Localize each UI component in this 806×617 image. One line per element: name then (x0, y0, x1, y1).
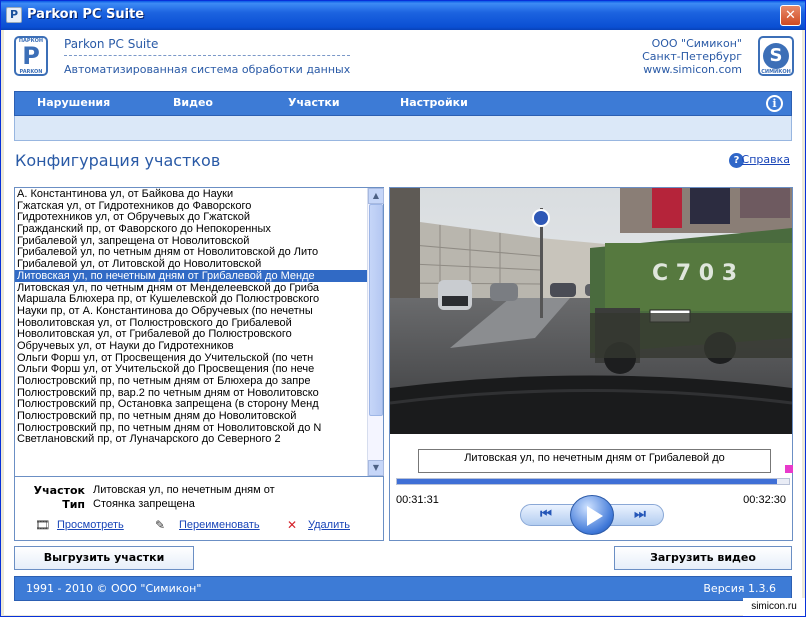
previous-icon[interactable]: ⏮ (526, 507, 566, 523)
sections-panel: А. Константинова ул, от Байкова до Науки… (14, 187, 384, 541)
video-progress-bar[interactable] (396, 478, 790, 485)
delete-icon: ✕ (287, 518, 298, 532)
list-scrollbar[interactable]: ▲ ▼ (367, 188, 384, 476)
load-video-button[interactable]: Загрузить видео (614, 546, 792, 570)
watermark: simicon.ru (743, 598, 805, 616)
parkon-logo: ПАРКОН P PARKON (14, 36, 48, 76)
title-bar[interactable]: P Parkon PC Suite ✕ (1, 1, 805, 30)
section-label: Участок (33, 484, 85, 497)
status-marker (785, 465, 793, 473)
list-item[interactable]: Ольги Форш ул, от Просвещения до Учитель… (15, 352, 367, 364)
view-link[interactable]: Просмотреть (57, 519, 124, 531)
list-item[interactable]: Гжатская ул, от Гидротехников до Фаворск… (15, 200, 367, 212)
company-website: www.simicon.com (643, 63, 742, 76)
panel-divider (15, 476, 383, 477)
list-item[interactable]: А. Константинова ул, от Байкова до Науки (15, 188, 367, 200)
video-frame[interactable]: С 7 0 3 (390, 188, 792, 434)
scroll-down-icon[interactable]: ▼ (368, 460, 384, 476)
list-item[interactable]: Литовская ул, по четным дням от Менделее… (15, 282, 367, 294)
svg-text:С 7 0 3: С 7 0 3 (652, 261, 737, 286)
close-button[interactable]: ✕ (780, 5, 801, 26)
scroll-thumb[interactable] (369, 204, 383, 416)
list-item[interactable]: Грибалевой ул, запрещена от Новолитовско… (15, 235, 367, 247)
list-item[interactable]: Грибалевой ул, от Литовской до Новолитов… (15, 258, 367, 270)
header-divider (64, 55, 350, 56)
sections-list[interactable]: А. Константинова ул, от Байкова до Науки… (15, 188, 367, 476)
list-item[interactable]: Светлановский пр, от Луначарского до Сев… (15, 433, 367, 445)
list-item[interactable]: Новолитовская ул, от Полюстровского до Г… (15, 317, 367, 329)
list-item[interactable]: Полюстровский пр, по четным дням от Блюх… (15, 375, 367, 387)
list-item[interactable]: Литовская ул, по нечетным дням от Грибал… (15, 269, 367, 282)
nav-item-video[interactable]: Видео (173, 96, 213, 109)
list-item[interactable]: Обручевых ул, от Науки до Гидротехников (15, 340, 367, 352)
film-icon: 🎞 (35, 518, 51, 532)
list-item[interactable]: Науки пр, от А. Константинова до Обручев… (15, 305, 367, 317)
list-item[interactable]: Маршала Блюхера пр, от Кушелевской до По… (15, 293, 367, 305)
info-icon[interactable]: i (766, 95, 783, 112)
player-controls: ⏮ ⏭ (520, 495, 664, 535)
list-item[interactable]: Полюстровский пр, вар.2 по четным дням о… (15, 387, 367, 399)
list-item[interactable]: Полюстровский пр, по четным дням от Ново… (15, 422, 367, 434)
app-name: Parkon PC Suite (64, 37, 159, 51)
copyright-text: 1991 - 2010 © ООО "Симикон" (26, 582, 202, 595)
street-scene-image: С 7 0 3 (390, 188, 792, 434)
scroll-up-icon[interactable]: ▲ (368, 188, 384, 204)
list-item[interactable]: Новолитовская ул, от Грибалевой до Полюс… (15, 328, 367, 340)
main-nav: Нарушения Видео Участки Настройки i (14, 91, 792, 116)
nav-item-settings[interactable]: Настройки (400, 96, 468, 109)
app-window: P Parkon PC Suite ✕ ПАРКОН P PARKON Park… (0, 0, 806, 617)
help-link[interactable]: Справка (742, 153, 790, 166)
footer-bar: 1991 - 2010 © ООО "Симикон" Версия 1.3.6 (14, 576, 792, 601)
sub-nav (14, 116, 792, 141)
nav-item-violations[interactable]: Нарушения (37, 96, 110, 109)
type-value: Стоянка запрещена (93, 498, 195, 510)
client-area: ПАРКОН P PARKON Parkon PC Suite Автомати… (4, 30, 802, 615)
type-label: Тип (62, 498, 85, 511)
version-text: Версия 1.3.6 (703, 582, 776, 595)
list-item[interactable]: Грибалевой ул, по четным дням от Новолит… (15, 246, 367, 258)
play-button[interactable] (570, 495, 614, 535)
progress-fill (397, 479, 778, 484)
rename-link[interactable]: Переименовать (179, 519, 260, 531)
next-icon[interactable]: ⏭ (620, 507, 660, 523)
app-subtitle: Автоматизированная система обработки дан… (64, 63, 351, 76)
rename-icon: ✎ (155, 518, 166, 532)
current-time: 00:31:31 (396, 494, 439, 506)
list-item[interactable]: Полюстровский пр, Остановка запрещена (в… (15, 398, 367, 410)
list-item[interactable]: Ольги Форш ул, от Учительской до Просвещ… (15, 363, 367, 375)
delete-link[interactable]: Удалить (308, 519, 350, 531)
nav-item-sections[interactable]: Участки (288, 96, 340, 109)
company-info: ООО "Симикон" Санкт-Петербург www.simico… (642, 37, 742, 76)
video-caption: Литовская ул, по нечетным дням от Грибал… (418, 449, 771, 473)
company-city: Санкт-Петербург (642, 50, 742, 63)
section-value: Литовская ул, по нечетным дням от (93, 484, 275, 496)
list-item[interactable]: Полюстровский пр, по четным дням до Ново… (15, 410, 367, 422)
video-panel: С 7 0 3 Литовская ул, по нечетным дням о… (389, 187, 793, 541)
list-item[interactable]: Гражданский пр, от Фаворского до Непокор… (15, 223, 367, 235)
app-icon: P (6, 7, 22, 23)
total-time: 00:32:30 (743, 494, 786, 506)
simicon-logo: S СИМИКОН (758, 36, 794, 76)
page-title: Конфигурация участков (15, 151, 221, 170)
list-item[interactable]: Гидротехников ул, от Обручевых до Гжатск… (15, 211, 367, 223)
company-name: ООО "Симикон" (651, 37, 742, 50)
export-sections-button[interactable]: Выгрузить участки (14, 546, 194, 570)
window-title: Parkon PC Suite (27, 7, 145, 22)
